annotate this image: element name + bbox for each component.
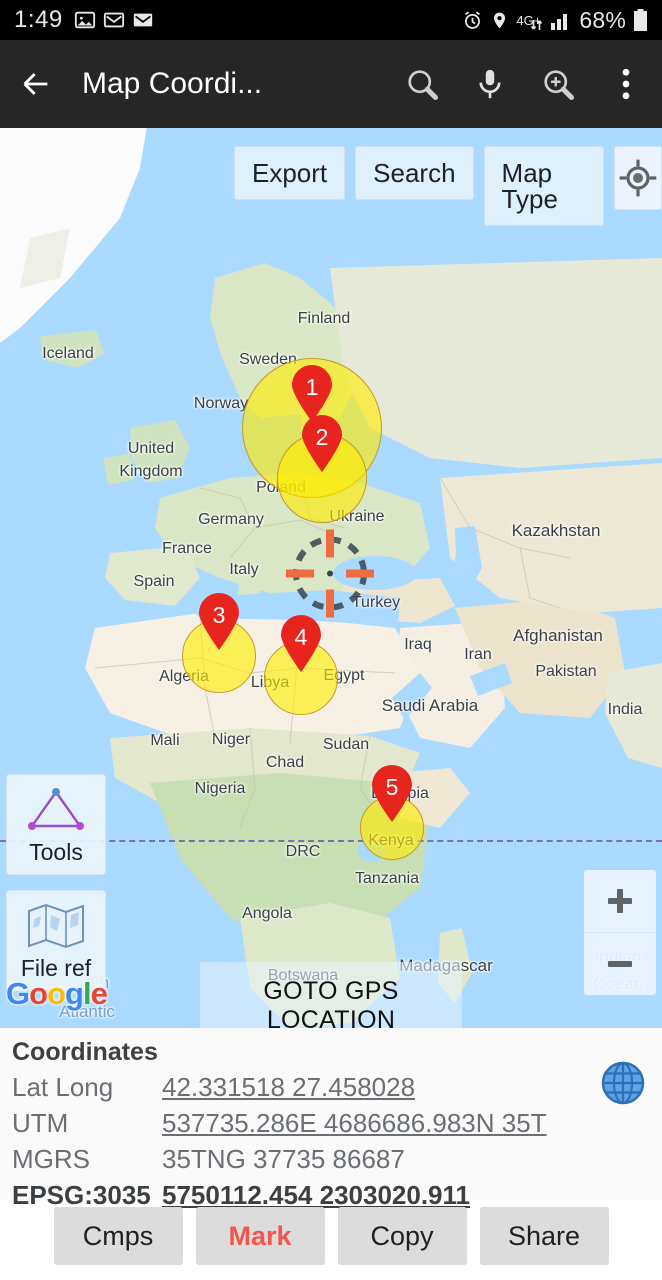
mail-icon	[103, 12, 124, 28]
globe-button[interactable]	[600, 1060, 646, 1111]
google-attribution: Google	[6, 976, 108, 1011]
map-canvas[interactable]: IcelandSwedenNorwayFinlandUnitedKingdomP…	[0, 128, 662, 1028]
status-notification-icons	[74, 9, 154, 31]
battery-percent: 68%	[579, 6, 626, 33]
overflow-menu-icon	[622, 68, 630, 100]
mail-icon	[133, 13, 152, 27]
coordinates-rows: Lat Long 42.331518 27.458028 UTM 537735.286…	[12, 1072, 650, 1211]
folded-map-icon	[28, 903, 84, 949]
map-marker-number: 1	[305, 374, 319, 400]
microphone-icon	[479, 69, 501, 99]
coordinate-row: UTM 537735.286E 4686686.983N 35T	[12, 1108, 650, 1139]
triangle-measure-icon	[28, 788, 84, 830]
location-icon	[494, 12, 506, 28]
alarm-icon	[465, 10, 481, 29]
zoom-in-button[interactable]	[584, 870, 656, 932]
map-marker-number: 5	[385, 774, 399, 800]
map-marker[interactable]: 3	[197, 593, 241, 656]
plus-icon	[608, 889, 632, 913]
cmps-button[interactable]: Cmps	[53, 1207, 183, 1265]
coordinates-panel: Coordinates Lat Long 42.331518 27.458028 U…	[0, 1028, 662, 1210]
my-location-icon	[619, 159, 657, 197]
copy-button[interactable]: Copy	[337, 1207, 467, 1265]
map-zoom-controls	[584, 870, 656, 995]
coordinate-row: MGRS 35TNG 37735 86687	[12, 1144, 650, 1175]
coordinate-label: UTM	[12, 1108, 69, 1138]
status-clock: 1:49	[14, 6, 63, 33]
coordinate-value[interactable]: 42.331518 27.458028	[162, 1072, 415, 1103]
search-button[interactable]	[402, 64, 442, 104]
status-bar: 1:49 4G+ 68%	[0, 0, 662, 40]
coordinate-row: Lat Long 42.331518 27.458028	[12, 1072, 650, 1103]
zoom-in-button[interactable]	[538, 64, 578, 104]
coordinates-title: Coordinates	[12, 1038, 158, 1066]
app-bar-actions	[402, 64, 646, 104]
status-system-icons: 4G+ 68%	[462, 7, 648, 34]
globe-icon	[601, 1061, 645, 1105]
tools-button[interactable]: Tools	[6, 774, 106, 875]
map-marker-number: 3	[212, 602, 226, 628]
voice-search-button[interactable]	[470, 64, 510, 104]
my-location-button[interactable]	[613, 146, 662, 210]
signal-bars-icon	[551, 13, 568, 30]
tools-label: Tools	[29, 839, 83, 865]
map-marker[interactable]: 5	[370, 765, 414, 828]
map-type-button[interactable]: Map Type	[483, 146, 604, 226]
search-icon	[408, 70, 439, 101]
minus-icon	[608, 961, 632, 967]
image-icon	[74, 11, 95, 29]
page-title: Map Coordi...	[82, 67, 263, 100]
map-marker[interactable]: 2	[300, 415, 344, 478]
goto-gps-location-button[interactable]: GOTO GPS LOCATION	[200, 962, 462, 1028]
map-top-controls: Export Search Map Type	[234, 146, 662, 226]
app-bar: Map Coordi...	[0, 40, 662, 128]
zoom-in-icon	[544, 70, 575, 101]
overflow-menu-button[interactable]	[606, 64, 646, 104]
coordinate-label: MGRS	[12, 1144, 90, 1174]
map-marker-number: 4	[294, 624, 308, 650]
search-button[interactable]: Search	[355, 146, 474, 200]
app-screen: 1:49 4G+ 68% Map Coordi... Iceland Swede…	[0, 0, 662, 1280]
data-arrows-icon	[531, 19, 543, 30]
back-button[interactable]	[16, 64, 56, 104]
coordinate-value: 35TNG 37735 86687	[162, 1144, 405, 1174]
battery-icon	[634, 9, 647, 31]
mark-button[interactable]: Mark	[195, 1207, 325, 1265]
zoom-out-button[interactable]	[584, 933, 656, 995]
map-crosshair	[284, 528, 376, 625]
share-button[interactable]: Share	[479, 1207, 609, 1265]
map-marker-number: 2	[315, 424, 329, 450]
export-button[interactable]: Export	[234, 146, 346, 200]
network-4g-plus-icon: 4G+	[516, 7, 543, 34]
coordinate-label: Lat Long	[12, 1072, 114, 1102]
bottom-action-bar: Cmps Mark Copy Share	[0, 1207, 662, 1265]
back-arrow-icon	[23, 73, 48, 95]
coordinate-value[interactable]: 537735.286E 4686686.983N 35T	[162, 1108, 547, 1139]
